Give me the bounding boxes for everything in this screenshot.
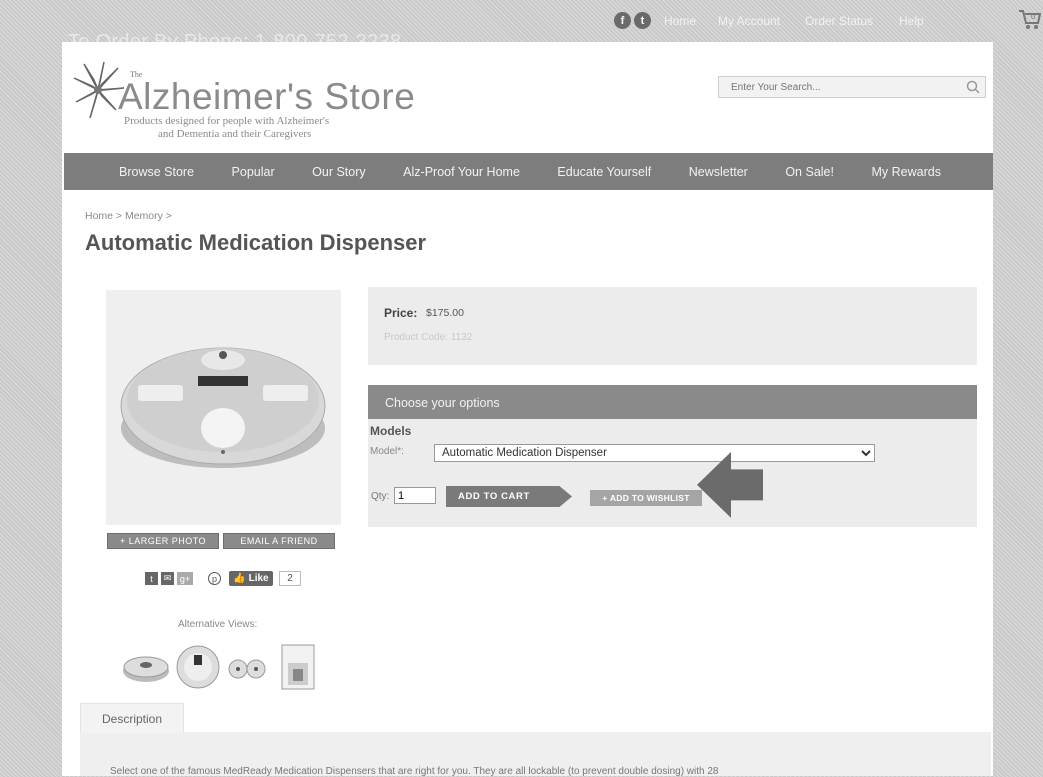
qty-input[interactable] [394,487,436,504]
nav-my-rewards[interactable]: My Rewards [871,165,940,179]
alt-views-label: Alternative Views: [178,619,258,630]
pinterest-icon[interactable]: p [208,572,221,585]
product-code: Product Code: 1132 [384,332,473,343]
nav-our-story[interactable]: Our Story [312,165,366,179]
product-image-area [106,290,341,525]
email-share-icon[interactable]: ✉ [161,572,174,585]
toplink-order-status[interactable]: Order Status [805,14,873,28]
larger-photo-button[interactable]: + LARGER PHOTO [107,533,219,549]
thumbs-up-icon: 👍 [233,573,249,584]
price-panel [368,287,977,365]
breadcrumb[interactable]: Home > Memory > [85,210,172,222]
twitter-share-icon[interactable]: t [145,572,158,585]
nav-educate-yourself[interactable]: Educate Yourself [557,165,651,179]
price-value: $175.00 [426,307,464,319]
price-label: Price: [384,306,418,320]
nav-browse-store[interactable]: Browse Store [119,165,194,179]
twitter-icon[interactable]: t [634,12,651,29]
main-nav: Browse Store Popular Our Story Alz-Proof… [64,153,993,190]
page-title: Automatic Medication Dispenser [85,230,427,255]
alt-view-thumb-2[interactable] [174,643,222,696]
nav-on-sale[interactable]: On Sale! [785,165,834,179]
facebook-icon[interactable]: f [614,12,631,29]
logo-tagline-2: and Dementia and their Caregivers [158,128,312,140]
nav-newsletter[interactable]: Newsletter [689,165,748,179]
search-input[interactable] [719,77,966,98]
toplink-help[interactable]: Help [899,14,924,28]
add-to-wishlist-button[interactable]: + ADD TO WISHLIST [590,490,702,506]
search-box [718,76,986,98]
nav-popular[interactable]: Popular [232,165,275,179]
toplink-home[interactable]: Home [664,14,696,28]
search-icon[interactable] [965,79,981,95]
logo-tagline-1: Products designed for people with Alzhei… [124,115,330,127]
product-photo[interactable] [118,330,328,470]
qty-label: Qty: [371,491,390,502]
like-count: 2 [279,571,301,586]
add-to-cart-button[interactable]: ADD TO CART [446,486,572,507]
alt-view-thumb-3[interactable] [226,643,274,696]
cart-icon[interactable]: 0 [1018,8,1042,30]
cart-count: 0 [1031,12,1036,21]
logo-name[interactable]: Alzheimer's Store [118,76,415,118]
facebook-like-button[interactable]: 👍 Like [229,571,273,586]
alt-view-thumb-4[interactable] [278,643,318,696]
model-label: Model*: [370,446,404,457]
tab-description[interactable]: Description [80,703,184,733]
toplink-my-account[interactable]: My Account [718,14,780,28]
nav-alz-proof[interactable]: Alz-Proof Your Home [403,165,520,179]
model-select[interactable]: Automatic Medication Dispenser [434,444,875,462]
alt-view-thumb-1[interactable] [122,643,170,696]
arrow-left-icon [695,448,765,518]
like-label: Like [248,573,269,584]
models-label: Models [370,424,412,438]
email-friend-button[interactable]: EMAIL A FRIEND [223,533,335,549]
description-text: Select one of the famous MedReady Medica… [110,766,719,777]
google-plus-icon[interactable]: g+ [177,572,193,585]
options-title: Choose your options [385,396,500,410]
